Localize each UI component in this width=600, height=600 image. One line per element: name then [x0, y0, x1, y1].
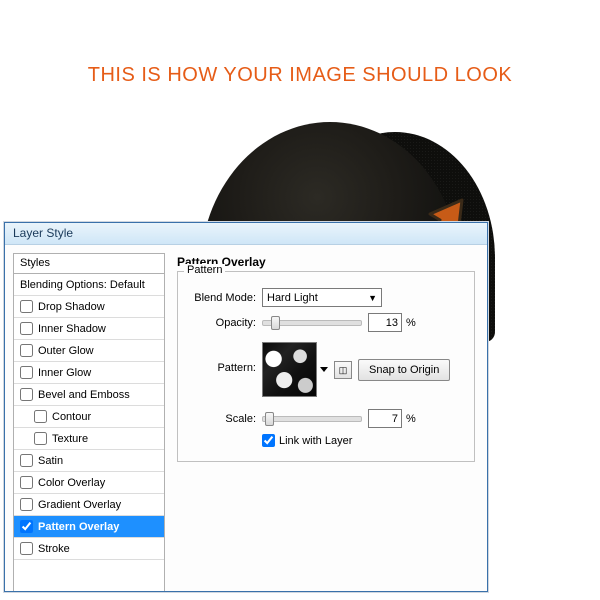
checkbox[interactable]	[20, 476, 33, 489]
style-color-overlay[interactable]: Color Overlay	[14, 472, 164, 494]
style-label: Inner Glow	[38, 367, 91, 379]
blend-mode-select[interactable]: Hard Light ▼	[262, 288, 382, 307]
opacity-unit: %	[406, 317, 416, 329]
chevron-down-icon: ▼	[368, 293, 381, 303]
style-stroke[interactable]: Stroke	[14, 538, 164, 560]
checkbox[interactable]	[20, 366, 33, 379]
blend-mode-label: Blend Mode:	[188, 292, 256, 304]
checkbox[interactable]	[20, 322, 33, 335]
style-label: Texture	[52, 433, 88, 445]
scale-label: Scale:	[188, 413, 256, 425]
checkbox[interactable]	[34, 432, 47, 445]
header-caption: THIS IS HOW YOUR IMAGE SHOULD LOOK	[0, 64, 600, 87]
style-bevel-emboss[interactable]: Bevel and Emboss	[14, 384, 164, 406]
style-label: Outer Glow	[38, 345, 94, 357]
style-label: Inner Shadow	[38, 323, 106, 335]
fieldset-legend: Pattern	[184, 264, 225, 276]
styles-list: Styles Blending Options: Default Drop Sh…	[13, 253, 165, 591]
slider-thumb[interactable]	[271, 316, 280, 330]
checkbox[interactable]	[20, 498, 33, 511]
style-satin[interactable]: Satin	[14, 450, 164, 472]
layer-style-dialog: Layer Style Styles Blending Options: Def…	[4, 222, 488, 592]
link-with-layer-label: Link with Layer	[279, 435, 352, 447]
blend-mode-value: Hard Light	[267, 292, 318, 304]
effect-settings-panel: Pattern Overlay Pattern Blend Mode: Hard…	[165, 245, 487, 591]
link-with-layer-checkbox[interactable]	[262, 434, 275, 447]
opacity-label: Opacity:	[188, 317, 256, 329]
checkbox[interactable]	[34, 410, 47, 423]
style-pattern-overlay[interactable]: Pattern Overlay	[14, 516, 164, 538]
checkbox[interactable]	[20, 300, 33, 313]
styles-header[interactable]: Styles	[14, 254, 164, 274]
style-texture[interactable]: Texture	[14, 428, 164, 450]
style-label: Stroke	[38, 543, 70, 555]
style-contour[interactable]: Contour	[14, 406, 164, 428]
style-label: Pattern Overlay	[38, 521, 119, 533]
style-gradient-overlay[interactable]: Gradient Overlay	[14, 494, 164, 516]
pattern-fieldset: Pattern Blend Mode: Hard Light ▼ Opacity…	[177, 271, 475, 462]
style-label: Color Overlay	[38, 477, 105, 489]
scale-input[interactable]	[368, 409, 402, 428]
checkbox[interactable]	[20, 542, 33, 555]
style-inner-shadow[interactable]: Inner Shadow	[14, 318, 164, 340]
style-label: Contour	[52, 411, 91, 423]
opacity-input[interactable]	[368, 313, 402, 332]
checkbox[interactable]	[20, 454, 33, 467]
checkbox[interactable]	[20, 388, 33, 401]
style-inner-glow[interactable]: Inner Glow	[14, 362, 164, 384]
dialog-titlebar[interactable]: Layer Style	[5, 223, 487, 245]
style-outer-glow[interactable]: Outer Glow	[14, 340, 164, 362]
style-label: Drop Shadow	[38, 301, 105, 313]
pattern-swatch[interactable]	[262, 342, 317, 397]
opacity-slider[interactable]	[262, 320, 362, 326]
style-label: Satin	[38, 455, 63, 467]
slider-thumb[interactable]	[265, 412, 274, 426]
pattern-new-button[interactable]: ◫	[334, 361, 352, 379]
pattern-label: Pattern:	[188, 362, 256, 374]
checkbox[interactable]	[20, 520, 33, 533]
checkbox[interactable]	[20, 344, 33, 357]
style-drop-shadow[interactable]: Drop Shadow	[14, 296, 164, 318]
pattern-dropdown-icon[interactable]	[320, 367, 328, 372]
style-label: Gradient Overlay	[38, 499, 121, 511]
blending-options-row[interactable]: Blending Options: Default	[14, 274, 164, 296]
scale-unit: %	[406, 413, 416, 425]
scale-slider[interactable]	[262, 416, 362, 422]
style-label: Bevel and Emboss	[38, 389, 130, 401]
snap-to-origin-button[interactable]: Snap to Origin	[358, 359, 450, 381]
